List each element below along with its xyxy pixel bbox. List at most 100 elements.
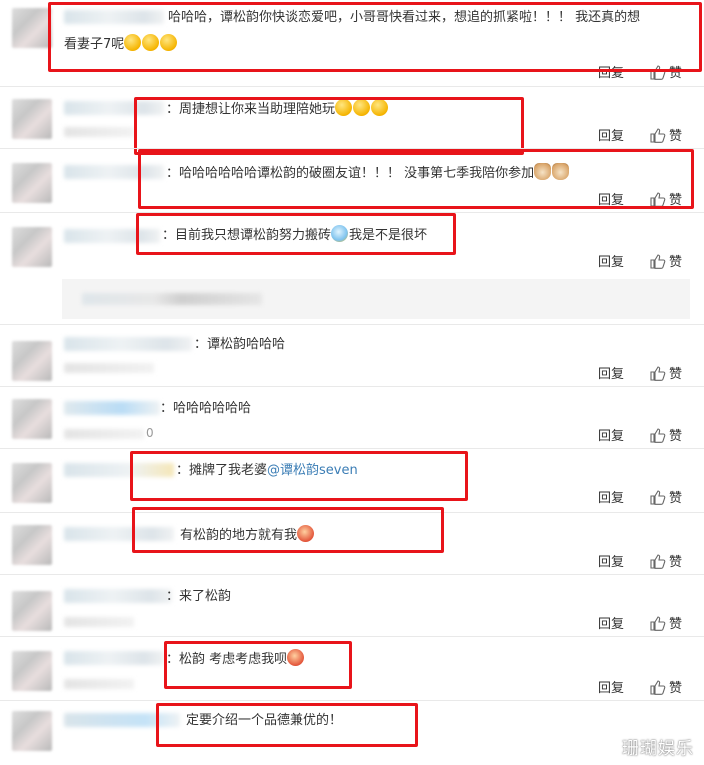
comment-body: 哈哈哈哈哈哈谭松韵的破圈友谊！！！ 没事第七季我陪你参加	[179, 166, 535, 181]
avatar[interactable]	[12, 525, 52, 565]
avatar[interactable]	[12, 399, 52, 439]
comment-body: 定要介绍一个品德兼优的！	[186, 713, 343, 728]
reply-button[interactable]: 回复	[598, 551, 624, 570]
like-label: 赞	[669, 617, 683, 632]
like-label: 赞	[669, 491, 683, 506]
smile-emoji-icon	[160, 34, 178, 51]
username-blurred[interactable]	[64, 527, 174, 541]
username-blurred[interactable]	[64, 401, 160, 415]
reply-button[interactable]: 回复	[598, 425, 624, 444]
comment-text-cont: 看妻子7呢	[64, 37, 125, 52]
comment-row: ：松韵 考虑考虑我呗 回复 赞	[0, 636, 704, 701]
username-blurred[interactable]	[64, 713, 180, 727]
username-blurred[interactable]	[64, 10, 164, 24]
like-button[interactable]: 赞	[650, 62, 682, 81]
cat-emoji-icon	[552, 163, 570, 180]
sub-reply-blurred	[82, 293, 262, 305]
like-button[interactable]: 赞	[650, 613, 682, 632]
comment-prefix: ：	[162, 228, 176, 243]
comment-body: 松韵 考虑考虑我呗	[179, 652, 288, 667]
avatar[interactable]	[12, 8, 52, 48]
reply-button[interactable]: 回复	[598, 363, 624, 382]
watermark: 珊瑚娱乐	[622, 739, 694, 759]
timestamp-blurred	[64, 429, 144, 439]
like-button[interactable]: 赞	[650, 125, 682, 144]
thumbs-up-icon	[650, 254, 666, 269]
like-label: 赞	[669, 555, 683, 570]
username-blurred[interactable]	[64, 337, 192, 351]
timestamp-blurred	[64, 363, 154, 373]
reply-button[interactable]: 回复	[598, 189, 624, 208]
like-label: 赞	[669, 255, 683, 270]
like-label: 赞	[669, 193, 683, 208]
avatar[interactable]	[12, 591, 52, 631]
like-button[interactable]: 赞	[650, 551, 682, 570]
like-button[interactable]: 赞	[650, 251, 682, 270]
avatar[interactable]	[12, 463, 52, 503]
reply-button[interactable]: 回复	[598, 251, 624, 270]
reply-button[interactable]: 回复	[598, 677, 624, 696]
thumbs-up-icon	[650, 616, 666, 631]
like-label: 赞	[669, 681, 683, 696]
comment-text: 定要介绍一个品德兼优的！	[186, 711, 342, 731]
laugh-emoji-icon	[335, 99, 353, 116]
laugh-emoji-icon	[353, 99, 371, 116]
avatar[interactable]	[12, 163, 52, 203]
comment-body: 有松韵的地方就有我	[180, 528, 298, 543]
comment-body: 谭松韵哈哈哈	[207, 337, 286, 352]
cat-emoji-icon	[534, 163, 552, 180]
comment-text: 哈哈哈，谭松韵你快谈恋爱吧，小哥哥快看过来，想追的抓紧啦！！！ 我还真的想	[168, 10, 641, 25]
comment-row: ：来了松韵 回复 赞	[0, 574, 704, 637]
like-button[interactable]: 赞	[650, 189, 682, 208]
comment-prefix: ：	[194, 337, 208, 352]
comment-row: ：哈哈哈哈哈哈谭松韵的破圈友谊！！！ 没事第七季我陪你参加 回复 赞	[0, 148, 704, 213]
reply-button[interactable]: 回复	[598, 62, 624, 81]
username-blurred[interactable]	[64, 165, 164, 179]
comment-row: ：目前我只想谭松韵努力搬砖 我是不是很坏 回复 赞	[0, 212, 704, 325]
reply-button[interactable]: 回复	[598, 125, 624, 144]
username-blurred[interactable]	[64, 589, 172, 603]
comment-row: 定要介绍一个品德兼优的！ 珊瑚娱乐	[0, 700, 704, 765]
comment-body: 哈哈哈哈哈哈	[173, 401, 252, 416]
comment-text: ：来了松韵	[166, 587, 231, 607]
username-blurred[interactable]	[64, 651, 164, 665]
username-blurred[interactable]	[64, 463, 174, 477]
like-button[interactable]: 赞	[650, 487, 682, 506]
avatar[interactable]	[12, 341, 52, 381]
thumbs-up-icon	[650, 65, 666, 80]
thumbs-up-icon	[650, 554, 666, 569]
comment-prefix: ：	[166, 589, 180, 604]
timestamp-blurred	[64, 617, 134, 627]
sub-reply-panel[interactable]	[62, 279, 690, 319]
timestamp-tail: 0	[146, 426, 154, 440]
like-button[interactable]: 赞	[650, 677, 682, 696]
comment-text: ：周捷想让你来当助理陪她玩	[166, 99, 389, 120]
comment-prefix: ：	[166, 166, 180, 181]
comment-body: 周捷想让你来当助理陪她玩	[179, 102, 336, 117]
avatar[interactable]	[12, 227, 52, 267]
like-label: 赞	[669, 129, 683, 144]
comment-text: 有松韵的地方就有我	[180, 525, 315, 546]
comment-text-line2: 看妻子7呢	[64, 34, 178, 55]
avatar[interactable]	[12, 711, 52, 751]
comment-text: ：松韵 考虑考虑我呗	[166, 649, 305, 670]
like-button[interactable]: 赞	[650, 363, 682, 382]
cry-emoji-icon	[331, 225, 349, 242]
like-label: 赞	[669, 429, 683, 444]
comment-body: 来了松韵	[179, 589, 232, 604]
reply-button[interactable]: 回复	[598, 613, 624, 632]
like-button[interactable]: 赞	[650, 425, 682, 444]
mention-link[interactable]: @谭松韵seven	[267, 463, 358, 478]
thumbs-up-icon	[650, 192, 666, 207]
like-label: 赞	[669, 367, 683, 382]
avatar[interactable]	[12, 99, 52, 139]
comment-prefix: ：	[176, 463, 190, 478]
reply-button[interactable]: 回复	[598, 487, 624, 506]
comment-body: 摊牌了我老婆	[189, 463, 268, 478]
avatar[interactable]	[12, 651, 52, 691]
like-label: 赞	[669, 66, 683, 81]
username-blurred[interactable]	[64, 229, 160, 243]
comment-row: 有松韵的地方就有我 回复 赞	[0, 507, 704, 575]
username-blurred[interactable]	[64, 101, 164, 115]
comment-body: 目前我只想谭松韵努力搬砖	[175, 228, 332, 243]
